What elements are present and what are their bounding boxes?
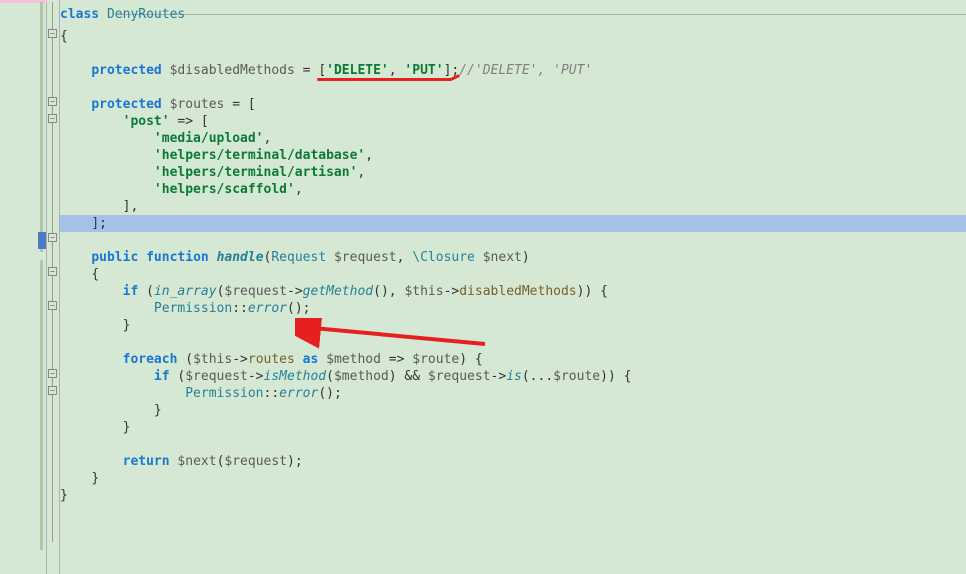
code-line: 'post' => [: [60, 113, 966, 130]
code-editor: − − − − − − − − class DenyRoutes { prote…: [0, 0, 966, 574]
type-hint: \Closure: [412, 250, 482, 265]
function-call: in_array: [154, 284, 217, 299]
operator: = [: [224, 97, 255, 112]
code-line: {: [60, 28, 966, 45]
code-line: Permission::error();: [60, 300, 966, 317]
code-line: 'helpers/terminal/database',: [60, 147, 966, 164]
bracket-close: ];: [91, 216, 107, 231]
brace: {: [60, 29, 68, 44]
fold-toggle-icon[interactable]: −: [48, 97, 57, 106]
annotation-underline: [317, 78, 452, 81]
type-hint: Request: [271, 250, 334, 265]
code-line: return $next($request);: [60, 453, 966, 470]
property: routes: [248, 352, 295, 367]
method-call: isMethod: [264, 369, 327, 384]
method-name: handle: [217, 250, 264, 265]
bracket: [: [318, 63, 326, 78]
code-line: }: [60, 487, 966, 504]
code-line-blank: [60, 45, 966, 62]
keyword-visibility: protected: [91, 97, 169, 112]
fold-toggle-icon[interactable]: −: [48, 267, 57, 276]
code-content[interactable]: class DenyRoutes { protected $disabledMe…: [60, 0, 966, 574]
code-line: 'helpers/scaffold',: [60, 181, 966, 198]
bracket-close: ],: [123, 199, 139, 214]
operator: => [: [170, 114, 209, 129]
string-literal: 'helpers/scaffold': [154, 182, 295, 197]
keyword-foreach: foreach: [123, 352, 186, 367]
fold-toggle-icon[interactable]: −: [48, 29, 57, 38]
code-line: if ($request->isMethod($method) && $requ…: [60, 368, 966, 385]
string-literal: 'helpers/terminal/artisan': [154, 165, 358, 180]
code-line: if (in_array($request->getMethod(), $thi…: [60, 283, 966, 300]
keyword-class: class: [60, 7, 107, 22]
code-line-blank: [60, 436, 966, 453]
string-literal: 'post': [123, 114, 170, 129]
code-line: }: [60, 402, 966, 419]
keyword-return: return: [123, 454, 178, 469]
operator: =: [295, 63, 318, 78]
code-line: class DenyRoutes: [60, 2, 966, 28]
class-reference: Permission: [154, 301, 232, 316]
string-literal: 'helpers/terminal/database': [154, 148, 365, 163]
code-line-blank: [60, 232, 966, 249]
keyword-function: function: [146, 250, 216, 265]
line-gutter: [0, 0, 47, 574]
code-line: protected $disabledMethods = ['DELETE', …: [60, 62, 966, 79]
keyword-if: if: [123, 284, 146, 299]
code-line: protected $routes = [: [60, 96, 966, 113]
code-line: ],: [60, 198, 966, 215]
class-name: DenyRoutes: [107, 7, 185, 22]
parameter: $next: [483, 250, 522, 265]
code-line: Permission::error();: [60, 385, 966, 402]
fold-toggle-icon[interactable]: −: [48, 386, 57, 395]
string-literal: 'media/upload': [154, 131, 264, 146]
code-line-current: ];: [60, 215, 966, 232]
string-literal: 'DELETE': [326, 63, 389, 78]
keyword-visibility: public: [91, 250, 146, 265]
fold-gutter: − − − − − − − −: [47, 0, 60, 574]
fold-toggle-icon[interactable]: −: [48, 301, 57, 310]
keyword-visibility: protected: [91, 63, 169, 78]
code-line: 'helpers/terminal/artisan',: [60, 164, 966, 181]
code-line-blank: [60, 79, 966, 96]
property: disabledMethods: [459, 284, 576, 299]
code-line-blank: [60, 334, 966, 351]
gutter-change-bar: [40, 260, 43, 550]
code-line: public function handle(Request $request,…: [60, 249, 966, 266]
comment: //'DELETE', 'PUT': [459, 63, 592, 78]
static-method-call: error: [248, 301, 287, 316]
variable: $disabledMethods: [170, 63, 295, 78]
variable: $routes: [170, 97, 225, 112]
cursor-position-marker: [38, 232, 46, 249]
gutter-change-bar: [40, 2, 43, 252]
fold-toggle-icon[interactable]: −: [48, 369, 57, 378]
code-line: }: [60, 317, 966, 334]
code-line: }: [60, 470, 966, 487]
string-literal: 'PUT': [404, 63, 443, 78]
annotation-arrow-icon: [295, 318, 495, 358]
method-call: getMethod: [303, 284, 373, 299]
code-line: 'media/upload',: [60, 130, 966, 147]
fold-toggle-icon[interactable]: −: [48, 233, 57, 242]
code-line: foreach ($this->routes as $method => $ro…: [60, 351, 966, 368]
fold-toggle-icon[interactable]: −: [48, 114, 57, 123]
method-call: is: [506, 369, 522, 384]
parameter: $request: [334, 250, 397, 265]
code-line: }: [60, 419, 966, 436]
code-line: {: [60, 266, 966, 283]
comma: ,: [389, 63, 405, 78]
